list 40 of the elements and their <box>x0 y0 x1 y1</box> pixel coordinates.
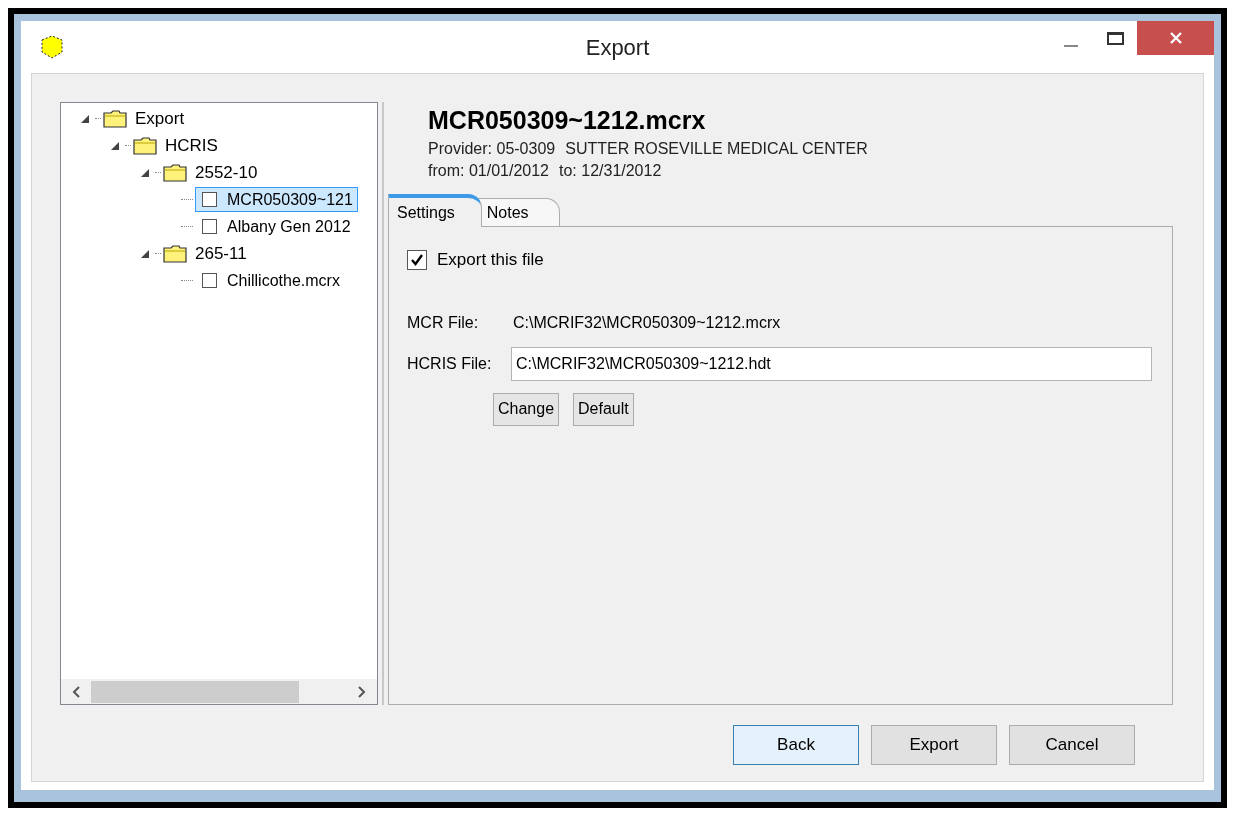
tree-item-label: Chillicothe.mcrx <box>227 270 340 291</box>
from-date: from: 01/01/2012 <box>428 161 549 181</box>
checkbox[interactable] <box>407 249 427 270</box>
provider-name: SUTTER ROSEVILLE MEDICAL CENTER <box>565 139 868 159</box>
checkbox[interactable] <box>202 273 217 288</box>
folder-icon <box>133 136 157 155</box>
tab[interactable]: Settings <box>388 194 482 227</box>
file-title: MCR050309~1212.mcrx <box>428 105 707 136</box>
tree-item[interactable]: Albany Gen 2012 <box>195 214 356 239</box>
field-label: MCR File: <box>407 312 480 333</box>
folder-icon <box>163 244 187 263</box>
action-button[interactable]: Default <box>573 392 634 426</box>
checkbox-label: Export this file <box>437 249 544 271</box>
mcr-file-path: C:\MCRIF32\MCR050309~1212.mcrx <box>513 312 781 333</box>
to-date: to: 12/31/2012 <box>559 161 662 181</box>
tab[interactable]: Notes <box>477 198 560 226</box>
dialog-button[interactable]: Export <box>871 725 997 765</box>
action-button[interactable]: Change <box>493 392 560 426</box>
app-icon <box>39 34 65 60</box>
tree-item[interactable]: Export <box>135 105 185 132</box>
tree-item[interactable]: MCR050309~121 <box>195 187 358 212</box>
dialog-button[interactable]: Back <box>733 725 859 765</box>
checkbox[interactable] <box>202 219 217 234</box>
tree-item-label: MCR050309~121 <box>227 189 353 210</box>
close-icon <box>1168 31 1183 45</box>
folder-icon <box>163 163 187 182</box>
tree-item-label: Albany Gen 2012 <box>227 216 351 237</box>
tree-item[interactable]: 2552-10 <box>195 159 258 186</box>
hcris-file-field[interactable]: C:\MCRIF32\MCR050309~1212.hdt <box>511 346 1152 381</box>
checkbox[interactable] <box>202 192 217 207</box>
dialog-button[interactable]: Cancel <box>1009 725 1135 765</box>
tree-item[interactable]: 265-11 <box>195 240 247 267</box>
folder-icon <box>103 109 127 128</box>
field-label: HCRIS File: <box>407 353 493 374</box>
provider-label: Provider: 05-0309 <box>428 139 556 159</box>
window-title: Export <box>585 33 650 62</box>
horizontal-scrollbar[interactable] <box>61 679 377 704</box>
tree-item[interactable]: Chillicothe.mcrx <box>195 268 345 293</box>
scroll-thumb[interactable] <box>91 680 299 703</box>
tree-item[interactable]: HCRIS <box>165 132 218 159</box>
